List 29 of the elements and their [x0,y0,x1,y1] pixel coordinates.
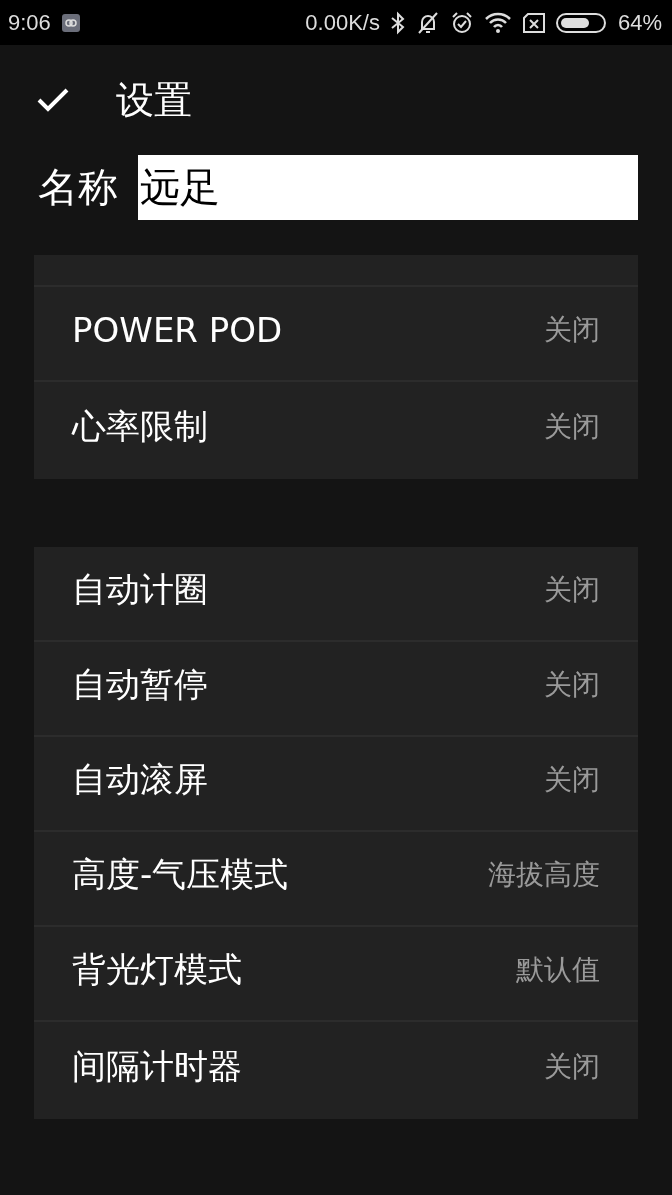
muted-bell-icon [415,10,440,35]
name-label: 名称 [38,163,118,212]
name-input-field[interactable]: 远足 [138,155,638,220]
setting-label[interactable]: 自动暂停 [72,661,208,708]
no-sim-icon [521,11,546,34]
setting-label[interactable]: 自动计圈 [72,566,208,613]
status-time: 9:06 [8,9,51,36]
page-title: 设置 [116,76,192,124]
setting-value: 海拔高度 [488,856,600,893]
checkmark-icon[interactable] [36,87,70,113]
setting-label[interactable]: 心率限制 [72,403,208,450]
app-notification-icon [60,12,81,33]
setting-label[interactable]: 背光灯模式 [72,946,242,993]
battery-icon [555,11,608,34]
setting-value: 默认值 [516,951,600,988]
setting-label[interactable]: 自动滚屏 [72,756,208,803]
setting-value: 关闭 [544,1048,600,1085]
setting-value: 关闭 [544,666,600,703]
bluetooth-icon [389,10,406,35]
setting-value: 关闭 [544,761,600,798]
setting-value: 关闭 [544,311,600,348]
wifi-icon [483,11,512,34]
setting-label[interactable]: 高度-气压模式 [72,851,289,898]
network-speed: 0.00K/s [305,9,380,36]
setting-label[interactable]: POWER POD [72,309,283,350]
setting-value: 关闭 [544,408,600,445]
setting-label[interactable]: 间隔计时器 [72,1043,242,1090]
setting-value: 关闭 [544,571,600,608]
battery-percent: 64% [617,9,662,36]
